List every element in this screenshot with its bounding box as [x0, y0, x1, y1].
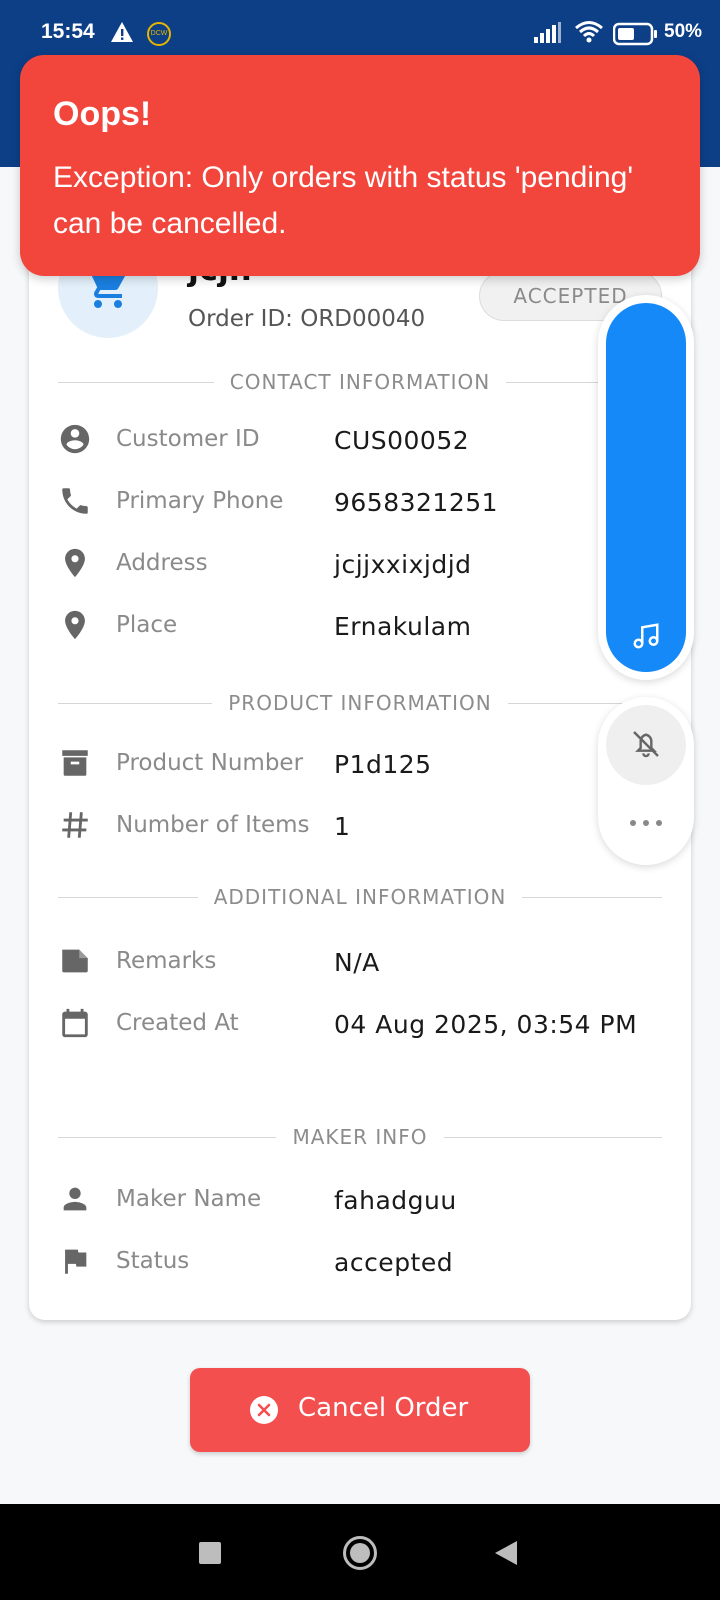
field-address: Address jcjjxxixjdjd: [58, 542, 648, 586]
note-icon: [58, 944, 94, 980]
error-toast[interactable]: Oops! Exception: Only orders with status…: [20, 55, 700, 276]
section-title: PRODUCT INFORMATION: [212, 691, 508, 715]
mute-notifications-button[interactable]: [606, 705, 686, 785]
signal-icon: [534, 22, 562, 48]
battery-icon: [612, 22, 659, 50]
field-label: Maker Name: [116, 1186, 262, 1212]
field-label: Customer ID: [116, 426, 260, 452]
nav-recents-icon[interactable]: [198, 1541, 222, 1569]
calendar-icon: [58, 1006, 94, 1042]
wifi-icon: [574, 20, 604, 48]
section-product-information: PRODUCT INFORMATION: [58, 688, 662, 718]
field-primary-phone: Primary Phone 9658321251: [58, 480, 648, 524]
section-title: CONTACT INFORMATION: [213, 370, 507, 394]
field-remarks: Remarks N/A: [58, 940, 648, 984]
status-time: 15:54: [41, 20, 95, 43]
cancel-order-label: Cancel Order: [298, 1393, 469, 1423]
floating-controls: [598, 697, 694, 865]
field-value: accepted: [334, 1248, 454, 1277]
field-number-of-items: Number of Items 1: [58, 804, 648, 848]
music-slider[interactable]: [606, 303, 686, 672]
field-value: fahadguu: [334, 1186, 457, 1215]
field-label: Number of Items: [116, 812, 310, 838]
toast-title: Oops!: [53, 95, 152, 133]
bell-off-icon: [633, 731, 659, 758]
floating-music-widget[interactable]: [598, 295, 694, 680]
field-customer-id: Customer ID CUS00052: [58, 418, 648, 462]
cancel-order-button[interactable]: Cancel Order: [190, 1368, 530, 1452]
order-id: Order ID: ORD00040: [188, 306, 426, 332]
section-contact-information: CONTACT INFORMATION: [58, 367, 662, 397]
more-horizontal-icon[interactable]: [628, 813, 664, 832]
field-label: Remarks: [116, 948, 217, 974]
person-icon: [58, 1182, 94, 1218]
toast-message: Exception: Only orders with status 'pend…: [53, 161, 634, 240]
archive-box-icon: [58, 746, 94, 782]
field-product-number: Product Number P1d125: [58, 742, 648, 786]
system-nav-bar: [0, 1504, 720, 1600]
field-label: Place: [116, 612, 178, 638]
nav-home-icon[interactable]: [342, 1535, 378, 1575]
field-value: N/A: [334, 948, 380, 977]
field-label: Product Number: [116, 750, 304, 776]
field-place: Place Ernakulam: [58, 604, 648, 648]
section-additional-information: ADDITIONAL INFORMATION: [58, 882, 662, 912]
field-created-at: Created At 04 Aug 2025, 03:54 PM: [58, 1002, 648, 1092]
field-status: Status accepted: [58, 1240, 648, 1284]
location-pin-icon: [58, 608, 94, 644]
section-maker-info: MAKER INFO: [58, 1122, 662, 1152]
close-circle-icon: [250, 1396, 278, 1424]
hash-icon: [58, 808, 94, 844]
section-title: ADDITIONAL INFORMATION: [197, 885, 523, 909]
field-label: Status: [116, 1248, 190, 1274]
nav-back-icon[interactable]: [494, 1540, 518, 1570]
music-note-icon: [633, 623, 659, 649]
notification-badge-icon: DCW: [147, 22, 171, 46]
phone-icon: [58, 484, 94, 520]
account-circle-icon: [58, 422, 94, 458]
section-title: MAKER INFO: [276, 1125, 444, 1149]
field-value: 04 Aug 2025, 03:54 PM: [334, 1010, 638, 1039]
field-label: Primary Phone: [116, 488, 284, 514]
flag-icon: [58, 1244, 94, 1280]
field-maker-name: Maker Name fahadguu: [58, 1178, 648, 1222]
field-label: Created At: [116, 1010, 239, 1036]
field-label: Address: [116, 550, 208, 576]
battery-percent: 50%: [664, 21, 703, 42]
warning-icon: [110, 21, 134, 47]
location-pin-icon: [58, 546, 94, 582]
